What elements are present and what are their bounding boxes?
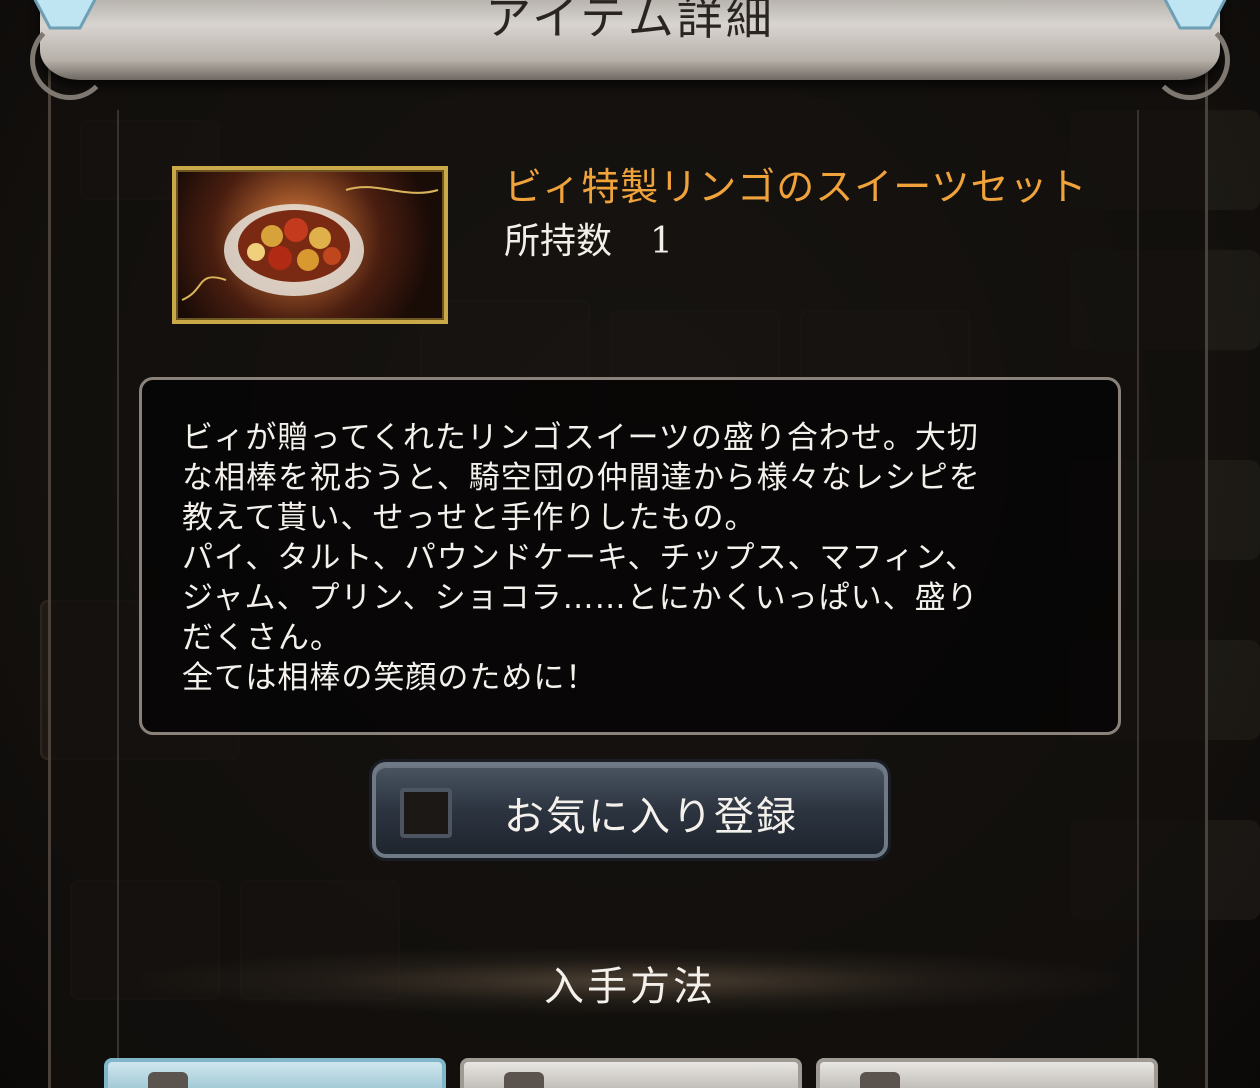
acquisition-tab-3[interactable]: [816, 1058, 1158, 1088]
favorite-label: お気に入り登録: [504, 794, 798, 840]
frame-line-right: [1137, 110, 1139, 1088]
item-name: ビィ特製リンゴのスイーツセット: [504, 165, 1088, 209]
tab-icon: [504, 1072, 544, 1088]
count-label: 所持数: [504, 221, 613, 262]
acquisition-title: 入手方法: [544, 964, 716, 1010]
item-image: [172, 166, 448, 324]
sweets-plate-icon: [181, 186, 439, 301]
favorite-register-button[interactable]: お気に入り登録: [372, 762, 888, 858]
acquisition-tab-1[interactable]: [104, 1058, 446, 1088]
item-description: ビィが贈ってくれたリンゴスイーツの盛り合わせ。大切 な相棒を祝おうと、騎空団の仲…: [182, 420, 981, 696]
count-value: 1: [650, 221, 673, 262]
frame-line-left: [117, 110, 119, 1088]
tab-icon: [148, 1072, 188, 1088]
item-count: 所持数 1: [504, 212, 673, 264]
tab-icon: [860, 1072, 900, 1088]
description-box: ビィが贈ってくれたリンゴスイーツの盛り合わせ。大切 な相棒を祝おうと、騎空団の仲…: [139, 377, 1121, 735]
dialog-title: アイテム詳細: [485, 0, 775, 45]
favorite-checkbox[interactable]: [400, 788, 452, 838]
title-banner: アイテム詳細: [0, 0, 1260, 100]
acquisition-tab-2[interactable]: [460, 1058, 802, 1088]
